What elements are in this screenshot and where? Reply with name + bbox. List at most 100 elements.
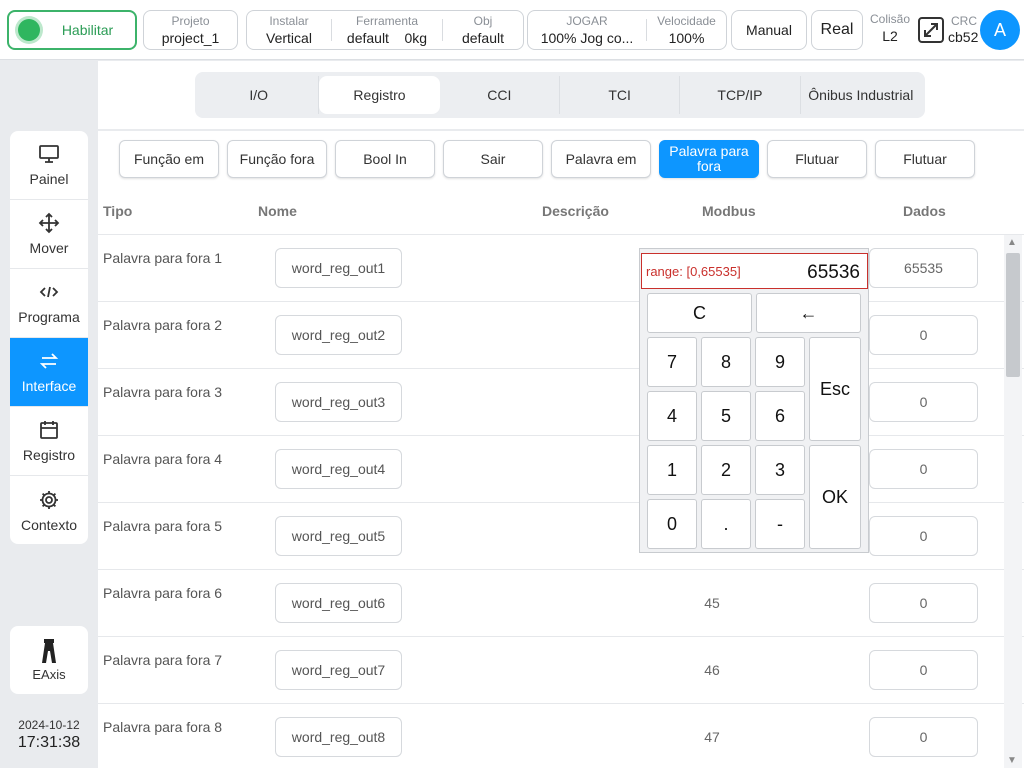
key-7[interactable]: 7 xyxy=(647,337,697,387)
row-type: Palavra para fora 4 xyxy=(103,451,223,467)
tabs-area: I/O Registro CCI TCI TCP/IP Ônibus Indus… xyxy=(98,61,1024,129)
datetime: 2024-10-12 17:31:38 xyxy=(10,718,88,752)
row-type: Palavra para fora 1 xyxy=(103,250,223,266)
key-6[interactable]: 6 xyxy=(755,391,805,441)
key-5[interactable]: 5 xyxy=(701,391,751,441)
enable-button[interactable]: Habilitar xyxy=(7,10,137,50)
tab-tci[interactable]: TCI xyxy=(560,76,681,114)
row-data-field[interactable]: 0 xyxy=(869,516,978,556)
keypad-input-value[interactable]: 65536 xyxy=(807,262,860,284)
project-selector[interactable]: Projeto project_1 xyxy=(143,10,238,50)
sidebar-item-label: Contexto xyxy=(20,516,78,533)
row-data-field[interactable]: 0 xyxy=(869,583,978,623)
table-row: Palavra para fora 4 word_reg_out4 0 xyxy=(98,436,1024,503)
key-1[interactable]: 1 xyxy=(647,445,697,495)
row-name-field[interactable]: word_reg_out6 xyxy=(275,583,402,623)
subtab-function-in[interactable]: Função em xyxy=(119,140,219,178)
row-name-field[interactable]: word_reg_out1 xyxy=(275,248,402,288)
table-row: Palavra para fora 5 word_reg_out5 0 xyxy=(98,503,1024,570)
tab-industrial-bus[interactable]: Ônibus Industrial xyxy=(801,76,921,114)
subtab-bool-out[interactable]: Sair xyxy=(443,140,543,178)
subtab-float-in[interactable]: Flutuar xyxy=(767,140,867,178)
key-3[interactable]: 3 xyxy=(755,445,805,495)
expand-icon[interactable] xyxy=(917,16,945,44)
real-button[interactable]: Real xyxy=(811,10,863,50)
scroll-up-icon[interactable]: ▲ xyxy=(1007,237,1017,248)
table-scrollbar[interactable]: ▲ ▼ xyxy=(1004,235,1022,768)
tab-cci[interactable]: CCI xyxy=(440,76,560,114)
row-data-field[interactable]: 0 xyxy=(869,650,978,690)
key-0[interactable]: 0 xyxy=(647,499,697,549)
sidebar-item-label: Painel xyxy=(29,171,69,187)
row-data-field[interactable]: 0 xyxy=(869,382,978,422)
header-nome: Nome xyxy=(258,203,297,219)
row-name-field[interactable]: word_reg_out4 xyxy=(275,449,402,489)
register-table: Tipo Nome Descrição Modbus Dados Palavra… xyxy=(98,187,1024,768)
table-row: Palavra para fora 7 word_reg_out7 46 0 xyxy=(98,637,1024,704)
install-tool-obj-panel[interactable]: Instalar Vertical Ferramenta default 0kg… xyxy=(246,10,524,50)
tab-tcpip[interactable]: TCP/IP xyxy=(680,76,801,114)
row-data-field[interactable]: 0 xyxy=(869,315,978,355)
obj-label: Obj xyxy=(473,14,493,28)
sidebar-item-mover[interactable]: Mover xyxy=(10,200,88,269)
key-backspace[interactable]: ← xyxy=(756,293,861,333)
header-tipo: Tipo xyxy=(103,203,133,219)
eaxis-button[interactable]: EAxis xyxy=(10,626,88,694)
row-name-field[interactable]: word_reg_out3 xyxy=(275,382,402,422)
key-ok[interactable]: OK xyxy=(809,445,861,549)
gear-icon xyxy=(38,489,60,511)
numeric-keypad: range: [0,65535] 65536 C ← 7 8 9 Esc 4 5… xyxy=(639,248,869,553)
subtab-float-out[interactable]: Flutuar xyxy=(875,140,975,178)
row-modbus: 45 xyxy=(704,595,720,611)
calendar-icon xyxy=(38,419,60,441)
row-name-field[interactable]: word_reg_out7 xyxy=(275,650,402,690)
tab-io[interactable]: I/O xyxy=(199,76,320,114)
row-data-field[interactable]: 0 xyxy=(869,717,978,757)
sidebar-item-label: Interface xyxy=(21,378,77,394)
row-data-field[interactable]: 0 xyxy=(869,449,978,489)
table-row: Palavra para fora 6 word_reg_out6 45 0 xyxy=(98,570,1024,637)
row-type: Palavra para fora 7 xyxy=(103,652,223,668)
install-label: Instalar xyxy=(269,14,309,28)
subtab-bool-in[interactable]: Bool In xyxy=(335,140,435,178)
row-name-field[interactable]: word_reg_out2 xyxy=(275,315,402,355)
sidebar-item-interface[interactable]: Interface xyxy=(10,338,88,407)
header-dados: Dados xyxy=(903,203,946,219)
sidebar-item-painel[interactable]: Painel xyxy=(10,131,88,200)
avatar[interactable]: A xyxy=(980,10,1020,50)
scrollbar-thumb[interactable] xyxy=(1006,253,1020,377)
row-type: Palavra para fora 6 xyxy=(103,585,223,601)
row-modbus: 47 xyxy=(704,729,720,745)
key-dot[interactable]: . xyxy=(701,499,751,549)
tool-label: Ferramenta xyxy=(355,14,419,28)
eaxis-label: EAxis xyxy=(32,666,66,682)
tab-registro[interactable]: Registro xyxy=(319,76,440,114)
scroll-down-icon[interactable]: ▼ xyxy=(1007,755,1017,766)
row-name-field[interactable]: word_reg_out5 xyxy=(275,516,402,556)
sidebar-item-programa[interactable]: Programa xyxy=(10,269,88,338)
key-2[interactable]: 2 xyxy=(701,445,751,495)
row-data-field[interactable]: 65535 xyxy=(869,248,978,288)
key-esc[interactable]: Esc xyxy=(809,337,861,441)
keypad-range-hint: range: [0,65535] xyxy=(646,264,741,279)
manual-button[interactable]: Manual xyxy=(731,10,807,50)
keypad-display: range: [0,65535] 65536 xyxy=(641,253,868,289)
key-8[interactable]: 8 xyxy=(701,337,751,387)
enable-status-icon xyxy=(18,19,40,41)
subtab-word-out[interactable]: Palavra para fora xyxy=(659,140,759,178)
key-clear[interactable]: C xyxy=(647,293,752,333)
subtab-function-out[interactable]: Função fora xyxy=(227,140,327,178)
subtab-word-in[interactable]: Palavra em xyxy=(551,140,651,178)
eaxis-icon xyxy=(39,638,59,663)
key-9[interactable]: 9 xyxy=(755,337,805,387)
table-row: Palavra para fora 2 word_reg_out2 0 xyxy=(98,302,1024,369)
key-minus[interactable]: - xyxy=(755,499,805,549)
sidebar-item-registro[interactable]: Registro xyxy=(10,407,88,476)
key-4[interactable]: 4 xyxy=(647,391,697,441)
row-type: Palavra para fora 5 xyxy=(103,518,223,534)
row-name-field[interactable]: word_reg_out8 xyxy=(275,717,402,757)
jog-speed-panel[interactable]: JOGAR 100% Jog co... Velocidade 100% xyxy=(527,10,727,50)
sidebar-item-contexto[interactable]: Contexto xyxy=(10,476,88,544)
move-icon xyxy=(38,212,60,234)
sidebar: Painel Mover Programa Interface Registro… xyxy=(10,131,88,544)
